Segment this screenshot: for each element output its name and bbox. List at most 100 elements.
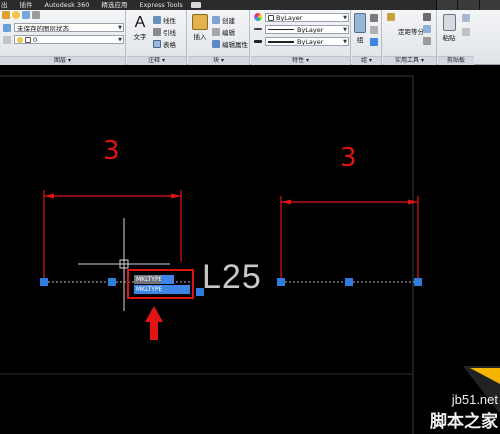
layer-tools-row [2, 11, 42, 19]
dynamic-input-highlight [127, 269, 194, 299]
up-arrow-icon [145, 306, 163, 322]
edit-label: 编辑 [222, 29, 235, 37]
drawing-canvas[interactable]: 3 3 L25 MKLTYPE MKLTYPE jb51.net 脚本之家 [0, 66, 500, 434]
layer-properties-icon[interactable] [2, 11, 10, 19]
color-wheel-icon [254, 13, 262, 21]
insert-label: 插入 [193, 33, 207, 41]
menu-bar: 出 插件 Autodesk 360 精选应用 Express Tools [0, 0, 500, 10]
command-suggestion[interactable]: MKLTYPE [134, 275, 163, 284]
dim-arrow-right-start [281, 199, 291, 205]
leader-button[interactable]: 引线 [153, 27, 176, 37]
insert-button[interactable]: 插入 [189, 14, 211, 41]
layer-match-icon[interactable] [3, 36, 11, 44]
edit-block-icon [212, 28, 220, 36]
clipboard-panel: 粘贴 剪贴板 [438, 10, 474, 65]
paste-button[interactable]: 粘贴 [440, 14, 458, 42]
watermark-site: jb51.net [451, 392, 498, 407]
measure-icon[interactable] [387, 13, 395, 21]
grip[interactable] [277, 278, 285, 286]
lineweight-value: ByLayer [297, 37, 324, 46]
utilities-panel-title[interactable]: 实用工具 ▾ [383, 56, 436, 65]
copy-icon[interactable] [462, 14, 470, 22]
color-value: ByLayer [276, 13, 303, 22]
table-label: 表格 [163, 41, 176, 49]
text-button[interactable]: A 文字 [129, 14, 151, 41]
paste-label: 粘贴 [442, 34, 456, 42]
ungroup-icon[interactable] [370, 14, 378, 22]
properties-panel: ByLayer ▼ ByLayer ▼ ByLayer ▼ 特性 ▾ [251, 10, 351, 65]
leader-label: 引线 [163, 29, 176, 37]
sun-icon[interactable] [22, 11, 30, 19]
menu-item-plugins[interactable]: 插件 [14, 0, 39, 10]
calculator-icon[interactable] [423, 13, 431, 21]
annotation-panel: A 文字 线性 引线 表格 注释 ▾ [127, 10, 187, 65]
linear-dimension-icon [153, 16, 161, 24]
text-button-label: 文字 [133, 33, 147, 41]
table-icon [153, 40, 161, 48]
create-block-icon [212, 16, 220, 24]
linear-label: 线性 [163, 17, 176, 25]
dimension-text-left: 3 [103, 136, 120, 166]
grip[interactable] [414, 278, 422, 286]
group-panel: 组 组 ▾ [352, 10, 382, 65]
chevron-down-icon: ▼ [118, 25, 122, 31]
annotation-panel-title[interactable]: 注释 ▾ [127, 56, 186, 65]
menu-item-output[interactable]: 出 [0, 0, 14, 10]
grip[interactable] [108, 278, 116, 286]
quick-select-icon[interactable] [423, 25, 431, 33]
group-edit-icon[interactable] [370, 26, 378, 34]
layer-state-combo[interactable]: 未保存的图层状态 ▼ [14, 23, 124, 32]
window-button[interactable] [457, 0, 479, 10]
linetype-preview [268, 29, 294, 30]
window-button[interactable] [436, 0, 458, 10]
edit-block-button[interactable]: 编辑 [212, 27, 235, 37]
linetype-combo[interactable]: ByLayer ▼ [265, 25, 349, 34]
grip[interactable] [345, 278, 353, 286]
dim-arrow-left-end [171, 193, 181, 199]
cut-icon[interactable] [462, 28, 470, 36]
group-select-icon[interactable] [370, 38, 378, 46]
ribbon-toggle-button[interactable] [190, 2, 201, 8]
command-suggestion-label: MKLTYPE [136, 276, 163, 283]
menu-item-autodesk-360[interactable]: Autodesk 360 [39, 0, 96, 10]
edit-attributes-icon [212, 40, 220, 48]
edit-attributes-button[interactable]: 编辑属性 [212, 39, 248, 49]
layer-combo[interactable]: 0 ▼ [14, 35, 124, 44]
properties-panel-title[interactable]: 特性 ▾ [251, 56, 350, 65]
utilities-panel: 定距等分 实用工具 ▾ [383, 10, 437, 65]
lock-icon[interactable] [32, 11, 40, 19]
lightbulb-icon[interactable] [12, 11, 20, 19]
chevron-down-icon: ▼ [343, 27, 347, 33]
clipboard-paste-icon [442, 14, 456, 31]
text-a-icon: A [134, 14, 146, 31]
ribbon: 未保存的图层状态 ▼ 0 ▼ 图层 ▾ A 文字 线性 引线 表格 注释 ▾ 插… [0, 10, 500, 65]
block-panel-title[interactable]: 块 ▾ [188, 56, 249, 65]
clipboard-panel-title[interactable]: 剪贴板 [438, 56, 474, 65]
window-button[interactable] [478, 0, 500, 10]
table-button[interactable]: 表格 [153, 39, 176, 49]
layers-panel-title[interactable]: 图层 ▾ [0, 56, 125, 65]
grip[interactable] [40, 278, 48, 286]
command-suggestion-selected[interactable]: MKLTYPE [134, 285, 190, 294]
menu-item-express-tools[interactable]: Express Tools [133, 0, 188, 10]
lightbulb-icon [17, 36, 23, 43]
window-buttons [436, 0, 500, 10]
color-combo[interactable]: ByLayer ▼ [265, 13, 349, 22]
id-point-icon[interactable] [423, 37, 431, 45]
dim-arrow-left-start [44, 193, 54, 199]
color-swatch [268, 14, 274, 21]
group-button[interactable]: 组 [353, 13, 367, 44]
command-suggestion-selected-label: MKLTYPE [136, 286, 163, 293]
linear-dimension-button[interactable]: 线性 [153, 15, 176, 25]
group-panel-title[interactable]: 组 ▾ [352, 56, 381, 65]
create-block-button[interactable]: 创建 [212, 15, 235, 25]
lineweight-combo[interactable]: ByLayer ▼ [265, 37, 349, 46]
menu-item-featured-apps[interactable]: 精选应用 [95, 0, 133, 10]
chevron-down-icon: ▼ [343, 15, 347, 21]
layers-panel: 未保存的图层状态 ▼ 0 ▼ 图层 ▾ [0, 10, 126, 65]
chevron-down-icon: ▼ [343, 39, 347, 45]
watermark-name: 脚本之家 [430, 412, 498, 432]
arrow-shaft [150, 320, 158, 340]
command-suggestion-highlight [161, 275, 174, 284]
typed-text-l25: L25 [202, 258, 262, 296]
